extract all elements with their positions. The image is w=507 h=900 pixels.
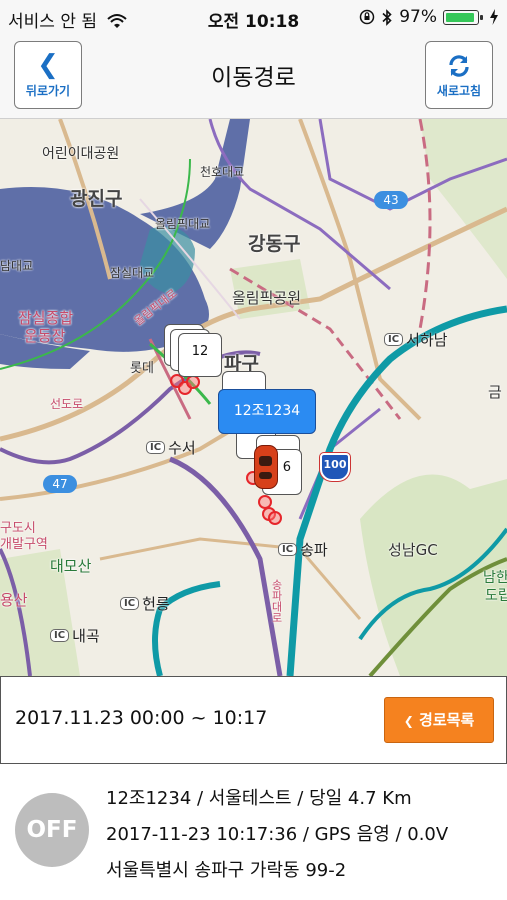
map-label-childrens-park: 어린이대공원 <box>42 146 120 162</box>
map-label-namhan-2: 도립 <box>485 588 507 604</box>
map-label-olympic-bridge: 올림픽대교 <box>155 217 211 231</box>
route-47-shield: 47 <box>43 475 77 493</box>
map-label-jamsil-bridge: 잠실대교 <box>110 266 155 280</box>
date-range-bar: 2017.11.23 00:00 ~ 10:17 ❮ 경로목록 <box>0 676 507 764</box>
map-label-city-2: 개발구역 <box>0 537 48 552</box>
route-100-shield: 100 <box>320 453 350 481</box>
ic-badge: IC <box>120 597 140 610</box>
map-label-gwangjin: 광진구 <box>70 188 123 210</box>
map-label-lotte: 롯데 <box>130 361 154 376</box>
battery-fill <box>446 12 474 22</box>
refresh-icon <box>426 48 492 82</box>
map-label-road-2: 선도로 <box>50 397 84 411</box>
ic-naegok: IC 내곡 <box>50 625 100 646</box>
route-map[interactable]: 어린이대공원 광진구 천호대교 올림픽대교 담대교 강동구 잠실대교 올림픽공원… <box>0 119 507 676</box>
engine-status-badge: OFF <box>15 793 89 867</box>
refresh-button[interactable]: 새로고침 <box>425 41 493 109</box>
status-right: 97% <box>359 7 499 27</box>
map-label-gangdong: 강동구 <box>248 233 301 255</box>
map-label-seongnam-gc: 성남GC <box>388 541 438 559</box>
vehicle-label[interactable]: 12조1234 <box>218 389 316 434</box>
map-label-road-3: 송파대로 <box>270 579 283 623</box>
map-label-dam-bridge: 담대교 <box>0 259 34 273</box>
info-line-address: 서울특별시 송파구 가락동 99-2 <box>106 860 347 881</box>
chevron-left-icon: ❮ <box>403 714 414 728</box>
ic-badge: IC <box>278 543 298 556</box>
rotation-lock-icon <box>359 9 375 25</box>
ic-suseo: IC 수서 <box>146 437 196 458</box>
ic-heolleung: IC 헌릉 <box>120 593 170 614</box>
route-43-shield: 43 <box>374 191 408 209</box>
info-line-time: 2017-11-23 10:17:36 / GPS 음영 / 0.0V <box>106 824 449 845</box>
info-line-vehicle: 12조1234 / 서울테스트 / 당일 4.7 Km <box>106 788 412 809</box>
route-point-marker[interactable] <box>268 511 282 525</box>
refresh-button-label: 새로고침 <box>436 84 482 98</box>
status-bar: 서비스 안 됨 오전 10:18 97% <box>0 0 507 34</box>
map-label-daemosan: 대모산 <box>50 557 92 575</box>
nav-bar: ❮ 뒤로가기 이동경로 새로고침 <box>0 34 507 119</box>
ic-seohanam: IC 서하남 <box>384 329 447 350</box>
date-range-text: 2017.11.23 00:00 ~ 10:17 <box>15 707 268 729</box>
map-label-geum: 금 <box>488 383 502 401</box>
map-label-olympic-park: 올림픽공원 <box>232 289 302 307</box>
route-list-button[interactable]: ❮ 경로목록 <box>384 697 494 743</box>
charging-icon <box>490 9 498 25</box>
battery-percent: 97% <box>399 7 437 27</box>
route-point-marker[interactable] <box>186 375 200 389</box>
ic-badge: IC <box>50 629 70 642</box>
ic-badge: IC <box>146 441 166 454</box>
battery-icon <box>443 9 483 25</box>
map-label-cheonho-bridge: 천호대교 <box>200 165 245 179</box>
ic-badge: IC <box>384 333 404 346</box>
map-label-sports-complex-2: 운동장 <box>24 327 66 345</box>
map-label-namhan-1: 남한 <box>483 570 507 586</box>
ic-songpa: IC 송파 <box>278 539 328 560</box>
route-list-label: 경로목록 <box>419 711 475 729</box>
bluetooth-icon <box>382 8 392 26</box>
route-callout-count[interactable]: 12 <box>178 333 222 377</box>
map-label-yongsan: 용산 <box>0 591 28 609</box>
car-icon[interactable] <box>254 445 278 489</box>
